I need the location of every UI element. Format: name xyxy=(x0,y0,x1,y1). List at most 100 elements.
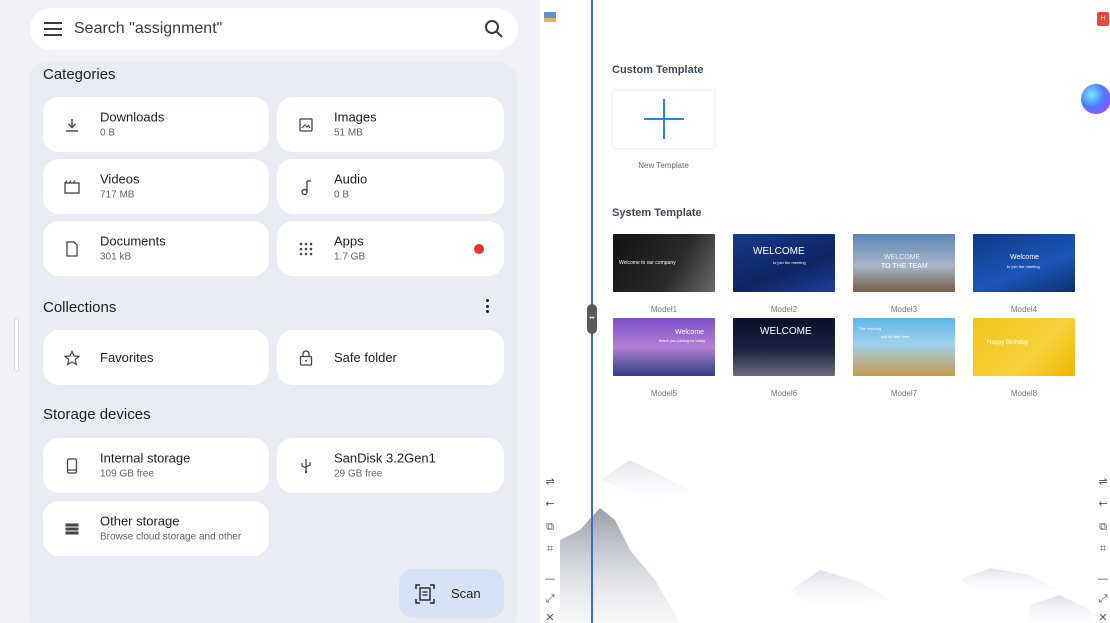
template-thumb-model8[interactable]: Happy Birthday xyxy=(973,318,1075,376)
apps-grid-icon xyxy=(297,240,315,258)
template-thumb-model6[interactable]: WELCOME xyxy=(733,318,835,376)
template-label: Model5 xyxy=(650,389,678,398)
template-label: Model8 xyxy=(1010,389,1038,398)
category-size: 0 B xyxy=(100,127,116,138)
collection-safe-folder[interactable]: Safe folder xyxy=(277,330,504,385)
screenshot-icon[interactable]: ⧉ xyxy=(1096,520,1110,534)
thumb-caption: Welcome xyxy=(1010,254,1040,261)
category-downloads[interactable]: Downloads 0 B xyxy=(43,97,269,152)
category-size: 1.7 GB xyxy=(334,251,366,262)
storage-name: SanDisk 3.2Gen1 xyxy=(334,450,436,465)
video-icon xyxy=(63,178,81,196)
crop-icon[interactable]: ⌗ xyxy=(1096,542,1110,556)
scan-label: Scan xyxy=(451,586,481,601)
search-icon[interactable] xyxy=(484,19,504,39)
template-thumb-model1[interactable]: Welcome to our company xyxy=(613,234,715,292)
collection-favorites[interactable]: Favorites xyxy=(43,330,269,385)
crop-icon[interactable]: ⌗ xyxy=(543,542,557,556)
collections-heading: Collections xyxy=(43,299,117,316)
minimize-icon[interactable]: — xyxy=(543,572,557,586)
close-icon[interactable]: ✕ xyxy=(543,611,557,623)
storage-detail: 109 GB free xyxy=(100,468,154,479)
thumb-caption-2: will be little here xyxy=(881,334,910,339)
swap-icon[interactable]: ⇌ xyxy=(543,475,557,489)
more-options-icon[interactable] xyxy=(481,297,493,315)
template-thumb-model2[interactable]: WELCOME to join the meeting xyxy=(733,234,835,292)
category-name: Audio xyxy=(334,171,368,186)
thumb-caption: Happy Birthday xyxy=(987,340,1029,346)
mountain-mist-background xyxy=(560,460,1096,623)
image-icon xyxy=(297,116,315,134)
storage-detail: Browse cloud storage and other xyxy=(100,531,242,542)
new-template-label: New Template xyxy=(638,161,689,170)
thumb-caption: WELCOME xyxy=(760,326,812,337)
storage-name: Internal storage xyxy=(100,450,191,465)
custom-template-heading: Custom Template xyxy=(612,64,704,76)
category-name: Downloads xyxy=(100,109,165,124)
template-label: Model6 xyxy=(770,389,798,398)
storage-internal[interactable]: Internal storage 109 GB free xyxy=(43,438,269,493)
document-icon xyxy=(63,240,81,258)
system-template-heading: System Template xyxy=(612,207,702,219)
search-bar[interactable]: Search "assignment" xyxy=(30,8,518,50)
category-images[interactable]: Images 51 MB xyxy=(277,97,504,152)
collection-name: Favorites xyxy=(100,349,154,365)
category-size: 301 kB xyxy=(100,251,132,262)
category-name: Images xyxy=(334,109,377,124)
category-size: 717 MB xyxy=(100,189,135,200)
search-input[interactable]: Search "assignment" xyxy=(74,20,484,38)
thumb-caption-2: TO THE TEAM xyxy=(881,263,928,270)
category-name: Apps xyxy=(334,233,364,248)
split-drag-handle[interactable]: •• xyxy=(587,304,597,334)
storage-name: Other storage xyxy=(100,513,180,528)
category-audio[interactable]: Audio 0 B xyxy=(277,159,504,214)
files-app-pane: Search "assignment" Categories Downloads… xyxy=(0,0,540,623)
category-documents[interactable]: Documents 301 kB xyxy=(43,221,269,276)
storage-list-icon xyxy=(63,520,81,538)
app-badge-icon[interactable]: H xyxy=(1097,12,1109,26)
template-thumb-model3[interactable]: WELCOME TO THE TEAM xyxy=(853,234,955,292)
minimize-icon[interactable]: — xyxy=(1096,572,1110,586)
template-label: Model3 xyxy=(890,305,918,314)
scan-button[interactable]: Scan xyxy=(399,569,504,618)
category-videos[interactable]: Videos 717 MB xyxy=(43,159,269,214)
thumb-caption-2: to join the meeting xyxy=(773,260,806,265)
expand-icon[interactable]: ⤢ xyxy=(543,592,557,606)
close-icon[interactable]: ✕ xyxy=(1096,611,1110,623)
category-name: Documents xyxy=(100,233,166,248)
thumb-caption-2: to join the meeting xyxy=(1007,264,1040,269)
menu-icon[interactable] xyxy=(44,20,62,38)
thumb-caption: WELCOME xyxy=(753,246,805,257)
pane-drag-handle[interactable] xyxy=(14,318,19,372)
thumb-caption: WELCOME xyxy=(884,254,921,261)
app-thumbnail-icon[interactable] xyxy=(543,12,557,26)
collection-name: Safe folder xyxy=(334,349,397,365)
lock-icon xyxy=(297,349,315,367)
back-arrow-icon[interactable]: ← xyxy=(543,497,557,511)
assistant-orb-icon[interactable] xyxy=(1081,84,1110,114)
thumb-caption: Welcome to our company xyxy=(619,260,676,266)
categories-heading: Categories xyxy=(43,66,116,83)
category-apps[interactable]: Apps 1.7 GB xyxy=(277,221,504,276)
thumb-caption-2: thank you joining us today xyxy=(659,338,706,343)
storage-detail: 29 GB free xyxy=(334,468,383,479)
back-arrow-icon[interactable]: ← xyxy=(1096,497,1110,511)
music-note-icon xyxy=(297,178,315,196)
template-thumb-model4[interactable]: Welcome to join the meeting xyxy=(973,234,1075,292)
template-app-pane: •• Custom Template New Template System T… xyxy=(560,0,1096,623)
new-template-button[interactable] xyxy=(613,91,714,148)
expand-icon[interactable]: ⤢ xyxy=(1096,592,1110,606)
screenshot-icon[interactable]: ⧉ xyxy=(543,520,557,534)
storage-other[interactable]: Other storage Browse cloud storage and ot… xyxy=(43,501,269,556)
swap-icon[interactable]: ⇌ xyxy=(1096,475,1110,489)
notification-dot xyxy=(474,243,484,254)
storage-usb[interactable]: SanDisk 3.2Gen1 29 GB free xyxy=(277,438,504,493)
floating-toolbar-left: ⇌ ← ⧉ ⌗ — ⤢ ✕ xyxy=(540,0,560,623)
usb-icon xyxy=(297,457,315,475)
template-label: Model7 xyxy=(890,389,918,398)
phone-icon xyxy=(63,457,81,475)
category-size: 0 B xyxy=(334,189,350,200)
template-thumb-model7[interactable]: The meeting will be little here xyxy=(853,318,955,376)
template-thumb-model5[interactable]: Welcome thank you joining us today xyxy=(613,318,715,376)
template-label: Model1 xyxy=(650,305,678,314)
